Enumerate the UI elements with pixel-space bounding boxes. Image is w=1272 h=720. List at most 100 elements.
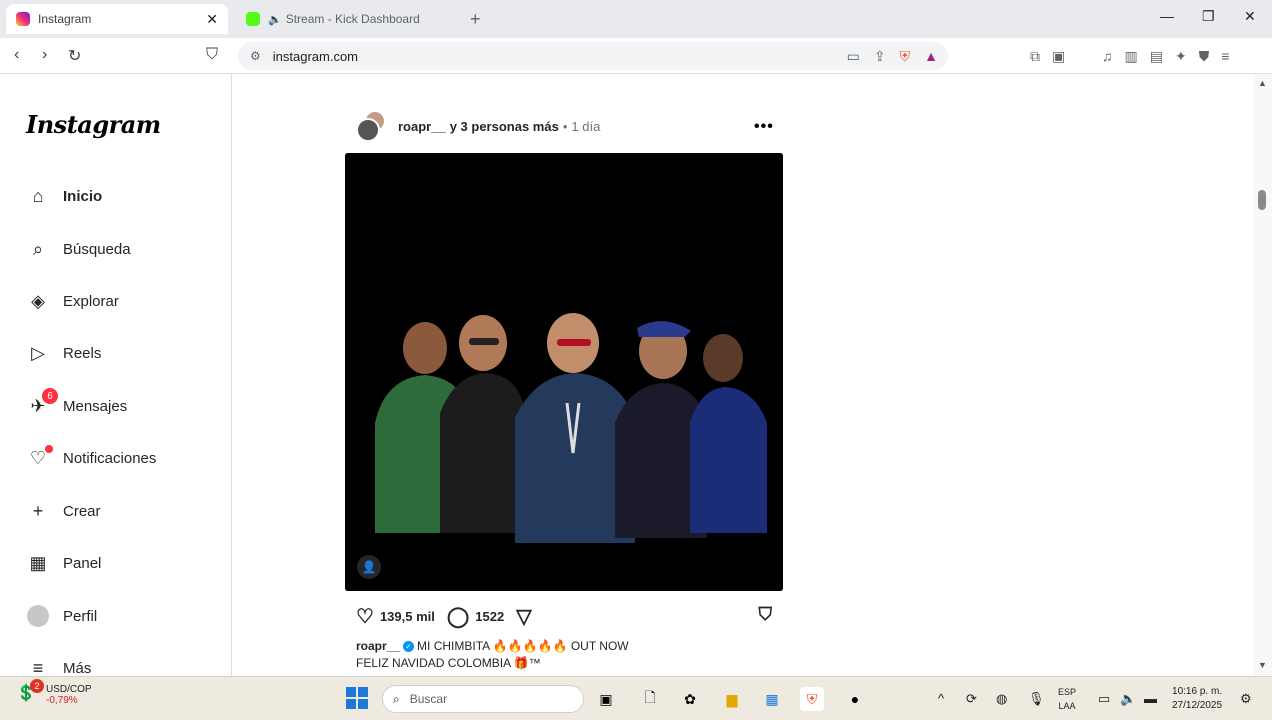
close-tab-icon[interactable]: ✕ — [206, 11, 218, 28]
kick-favicon-icon — [246, 12, 260, 26]
wallet-icon[interactable]: ▤ — [1150, 48, 1163, 65]
post-separator: • — [562, 118, 568, 134]
menu-icon[interactable]: ≡ — [1221, 48, 1229, 65]
scroll-thumb[interactable] — [1258, 190, 1266, 210]
sidebar-item-mensajes[interactable]: ✈ 6 Mensajes — [26, 388, 128, 419]
post-photo-illustration — [345, 153, 783, 591]
sidebar-item-label: Notificaciones — [63, 449, 157, 467]
tagged-users-icon[interactable]: 👤 — [357, 555, 381, 579]
brave-rewards-icon[interactable]: ▲ — [924, 48, 938, 65]
forward-icon[interactable]: › — [42, 46, 47, 64]
copilot-icon[interactable]: ✿ — [678, 687, 702, 711]
minimize-icon[interactable]: — — [1160, 8, 1174, 24]
taskbar-search[interactable]: ⌕ Buscar — [382, 685, 584, 713]
scroll-down-arrow-icon[interactable]: ▼ — [1258, 660, 1267, 670]
reels-icon: ▷ — [31, 342, 45, 363]
file-explorer-icon[interactable]: ▆ — [720, 687, 744, 711]
post-time[interactable]: 1 día — [571, 119, 600, 134]
more-options-icon[interactable]: ••• — [754, 118, 774, 136]
show-hidden-icons-icon[interactable]: ^ — [938, 691, 944, 706]
battery-icon[interactable]: ▬ — [1144, 691, 1157, 706]
menu-icon: ≡ — [32, 657, 44, 677]
network-app-icon[interactable]: ◍ — [996, 691, 1007, 707]
avatar[interactable] — [356, 110, 388, 142]
language-indicator[interactable]: ESP LAA — [1058, 685, 1076, 713]
share-icon[interactable]: ▽ — [516, 604, 531, 629]
caption-username[interactable]: roapr__ — [356, 639, 400, 653]
restore-icon[interactable]: ❐ — [1202, 8, 1215, 25]
sidebar-item-label: Inicio — [63, 187, 103, 205]
file-icon[interactable]: 🗋 — [638, 687, 662, 711]
speaker-icon: 🔈 — [268, 13, 282, 26]
messages-badge: 6 — [42, 388, 58, 404]
clock[interactable]: 10:16 p. m. 27/12/2025 — [1172, 685, 1222, 713]
sidebar-toggle-icon[interactable]: ▥ — [1125, 48, 1138, 65]
search-icon: ⌕ — [32, 238, 44, 259]
scroll-up-arrow-icon[interactable]: ▲ — [1258, 78, 1267, 88]
brave-shield-icon[interactable]: ⛨ — [900, 48, 911, 65]
media-icon[interactable]: ♫ — [1102, 48, 1113, 65]
sidebar-item-busqueda[interactable]: ⌕ Búsqueda — [26, 236, 131, 262]
brave-browser-icon[interactable]: ⛨ — [800, 687, 824, 711]
page-scrollbar[interactable]: ▲ ▼ — [1254, 74, 1272, 676]
post-collaborators[interactable]: y 3 personas más — [450, 119, 559, 134]
sidebar-item-notificaciones[interactable]: ♡ Notificaciones — [26, 445, 156, 471]
browser-toolbar: ‹ › ↻ ⛉ ⚙ instagram.com ▭ ⇪ ⛨ ▲ ⧉ ▣ ♫ ▥ … — [0, 38, 1272, 74]
leo-ai-icon[interactable]: ✦ — [1175, 48, 1187, 65]
new-tab-button[interactable]: + — [470, 9, 481, 30]
instagram-logo[interactable]: Instagram — [26, 110, 161, 139]
store-icon[interactable]: ▦ — [760, 687, 784, 711]
url-text: instagram.com — [272, 48, 359, 64]
sidebar-item-inicio[interactable]: ⌂ Inicio — [26, 183, 103, 209]
comment-icon[interactable]: ◯ — [447, 604, 469, 629]
volume-icon[interactable]: 🔈 — [1120, 691, 1136, 707]
vpn-icon[interactable]: ⛊ — [1199, 48, 1210, 65]
app-with-notification-icon[interactable]: ● — [843, 687, 867, 711]
comments-count[interactable]: 1522 — [475, 609, 504, 624]
cast-icon[interactable]: ▭ — [847, 48, 860, 65]
market-widget[interactable]: 💲 2 USD/COP -0,79% — [16, 679, 92, 707]
sidebar-item-label: Búsqueda — [63, 240, 131, 258]
sidebar-item-mas[interactable]: ≡ Más — [26, 655, 92, 677]
sidebar-item-reels[interactable]: ▷ Reels — [26, 340, 101, 366]
screenshot-icon[interactable]: ▣ — [1052, 48, 1065, 65]
display-icon[interactable]: ▭ — [1098, 691, 1110, 707]
task-view-icon[interactable]: ▣ — [594, 687, 618, 711]
save-bookmark-icon[interactable]: ⛉ — [759, 604, 773, 625]
bookmark-icon[interactable]: ⛉ — [206, 46, 218, 64]
extensions-icon[interactable]: ⧉ — [1030, 48, 1040, 65]
sidebar-item-panel[interactable]: ▦ Panel — [26, 550, 101, 576]
feed: roapr__ y 3 personas más • 1 día ••• 👤 ♡… — [232, 74, 1254, 676]
tab-kick-dashboard[interactable]: 🔈 Stream - Kick Dashboard — [236, 4, 462, 34]
microphone-icon[interactable]: 🎙 — [1028, 691, 1045, 707]
sidebar-item-perfil[interactable]: Perfil — [26, 603, 97, 629]
windows-start-icon[interactable] — [346, 687, 368, 709]
address-bar[interactable]: ⚙ instagram.com ▭ ⇪ ⛨ ▲ — [238, 42, 948, 70]
share-icon[interactable]: ⇪ — [874, 48, 886, 65]
widget-pair: USD/COP — [46, 684, 92, 695]
sidebar-item-crear[interactable]: + Crear — [26, 498, 101, 524]
likes-count[interactable]: 139,5 mil — [380, 609, 435, 624]
sidebar-item-label: Reels — [63, 344, 102, 362]
post-username[interactable]: roapr__ — [398, 119, 446, 134]
reload-icon[interactable]: ↻ — [68, 46, 81, 66]
post-image[interactable]: 👤 — [345, 153, 783, 591]
notification-dot — [45, 445, 53, 453]
tab-title: Stream - Kick Dashboard — [285, 12, 420, 26]
caption-line-1: MI CHIMBITA 🔥🔥🔥🔥🔥 OUT NOW — [417, 639, 629, 653]
browser-tab-bar: Instagram ✕ 🔈 Stream - Kick Dashboard + … — [0, 0, 1272, 38]
heart-icon: ♡ — [26, 445, 53, 470]
like-heart-icon[interactable]: ♡ — [356, 604, 374, 629]
tab-instagram[interactable]: Instagram ✕ — [6, 4, 228, 34]
notifications-icon[interactable]: ⚙ — [1240, 691, 1252, 707]
compass-icon: ◈ — [31, 290, 45, 311]
currency-widget-icon: 💲 2 — [16, 679, 44, 707]
close-window-icon[interactable]: ✕ — [1244, 8, 1256, 25]
sidebar-item-label: Crear — [63, 502, 101, 520]
back-icon[interactable]: ‹ — [14, 46, 19, 64]
sync-icon[interactable]: ⟳ — [966, 691, 977, 707]
sidebar-item-label: Mensajes — [63, 397, 128, 415]
site-settings-icon[interactable]: ⚙ — [250, 49, 261, 63]
sidebar-item-explorar[interactable]: ◈ Explorar — [26, 288, 119, 314]
sidebar-item-label: Más — [63, 659, 92, 677]
